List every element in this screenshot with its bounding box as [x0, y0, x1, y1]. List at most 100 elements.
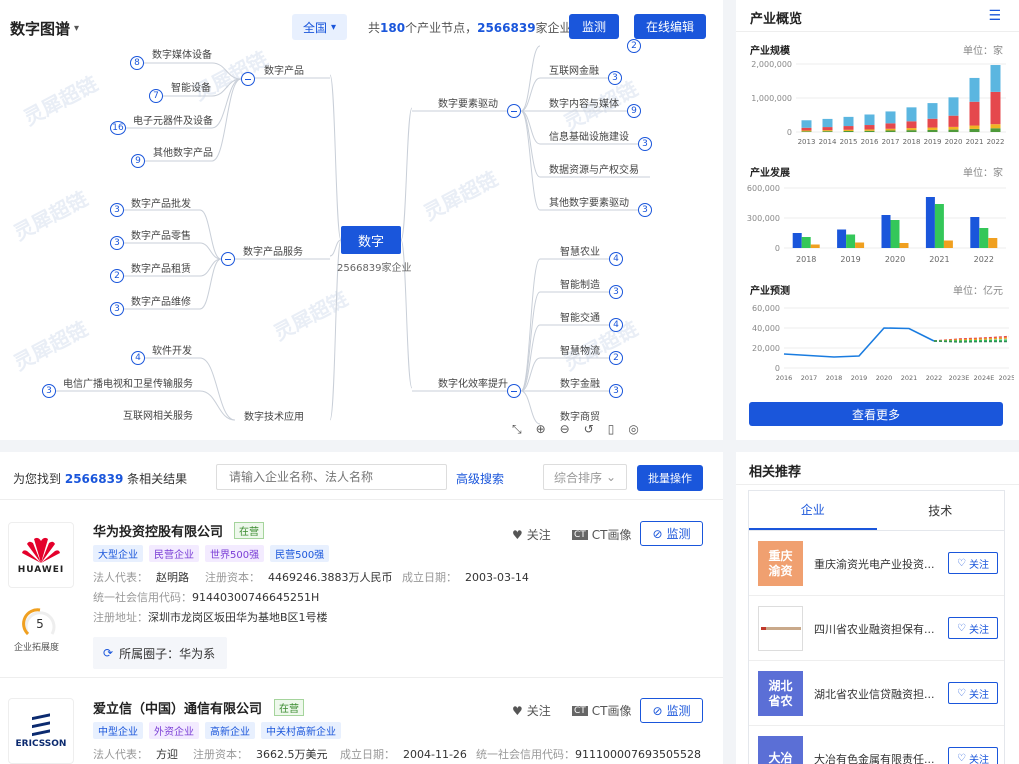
tab-technology[interactable]: 技术: [877, 491, 1005, 530]
reset-icon[interactable]: ↺: [584, 422, 594, 437]
map-node-count[interactable]: 9: [131, 154, 145, 168]
recommend-name[interactable]: 重庆渝资光电产业投资...: [814, 556, 942, 572]
map-node[interactable]: 智能交通: [560, 309, 600, 324]
see-more-button[interactable]: 查看更多: [749, 402, 1003, 426]
recommend-item[interactable]: 湖北 省农 湖北省农业信贷融资担... ♡ 关注: [749, 661, 1004, 726]
map-node[interactable]: 智慧农业: [560, 243, 600, 258]
map-node-count[interactable]: 16: [110, 121, 126, 135]
bar: [990, 91, 1001, 125]
bar: [837, 229, 847, 248]
tab-companies[interactable]: 企业: [749, 491, 877, 530]
recommend-item[interactable]: 大冶 大冶有色金属有限责任... ♡ 关注: [749, 726, 1004, 764]
map-node[interactable]: 软件开发: [152, 342, 192, 357]
locate-icon[interactable]: ◎: [628, 422, 638, 437]
map-node[interactable]: 信息基础设施建设: [549, 128, 629, 143]
branch-efficiency[interactable]: 数字化效率提升: [438, 375, 508, 390]
map-node-count[interactable]: 3: [608, 71, 622, 85]
map-node[interactable]: 数字内容与媒体: [549, 95, 619, 110]
company-card[interactable]: ERICSSON 爱立信（中国）通信有限公司 在营 中型企业 外资企业 高新企业…: [0, 690, 723, 764]
map-node-count[interactable]: 3: [638, 137, 652, 151]
bar: [881, 215, 891, 248]
map-node-count[interactable]: 4: [609, 318, 623, 332]
recommend-follow-button[interactable]: ♡ 关注: [948, 747, 998, 764]
map-icon[interactable]: ▯: [608, 422, 615, 437]
zoom-in-icon[interactable]: ⊕: [536, 422, 546, 437]
map-node[interactable]: 数字商贸: [560, 408, 600, 423]
recommend-follow-button[interactable]: ♡ 关注: [948, 617, 998, 639]
map-node-count[interactable]: 4: [131, 351, 145, 365]
map-node[interactable]: 数字产品零售: [131, 227, 191, 242]
fullscreen-icon[interactable]: ⤡: [512, 422, 522, 437]
region-select[interactable]: 全国 ▾: [292, 14, 347, 40]
company-card[interactable]: HUAWEI 华为投资控股有限公司 在营 大型企业 民营企业 世界500强 民营…: [0, 512, 723, 678]
map-node[interactable]: 智慧物流: [560, 342, 600, 357]
edit-online-button[interactable]: 在线编辑: [634, 14, 706, 39]
map-node[interactable]: 其他数字产品: [153, 144, 213, 159]
company-name[interactable]: 华为投资控股有限公司: [93, 521, 223, 540]
map-node[interactable]: 数字产品批发: [131, 195, 191, 210]
company-search-input[interactable]: [216, 464, 447, 490]
map-node[interactable]: 电信广播电视和卫星传输服务: [63, 375, 193, 390]
map-node-count[interactable]: 8: [130, 56, 144, 70]
map-node[interactable]: 数字媒体设备: [152, 46, 212, 61]
company-monitor-button[interactable]: ⊘ 监测: [640, 698, 703, 723]
advanced-search-link[interactable]: 高级搜索: [456, 470, 504, 487]
map-node[interactable]: 互联网相关服务: [123, 407, 193, 422]
branch-data-driven[interactable]: 数字要素驱动: [438, 95, 498, 110]
map-node-count[interactable]: 2: [110, 269, 124, 283]
branch-digital-products[interactable]: 数字产品: [264, 62, 304, 77]
sort-select[interactable]: 综合排序 ⌄: [543, 464, 627, 490]
recommend-follow-button[interactable]: ♡ 关注: [948, 682, 998, 704]
recommend-name[interactable]: 湖北省农业信贷融资担...: [814, 686, 942, 702]
collapse-icon[interactable]: [241, 72, 255, 86]
map-title[interactable]: 数字图谱 ▾: [10, 18, 79, 39]
map-node[interactable]: 智能制造: [560, 276, 600, 291]
map-node-count[interactable]: 3: [110, 236, 124, 250]
zoom-out-icon[interactable]: ⊖: [560, 422, 570, 437]
map-node[interactable]: 数据资源与产权交易: [549, 161, 639, 176]
map-node[interactable]: 数字产品租赁: [131, 260, 191, 275]
collapse-icon[interactable]: [221, 252, 235, 266]
branch-digital-product-services[interactable]: 数字产品服务: [243, 243, 303, 258]
recommend-follow-button[interactable]: ♡ 关注: [948, 552, 998, 574]
batch-action-button[interactable]: 批量操作: [637, 465, 703, 491]
company-monitor-button[interactable]: ⊘ 监测: [640, 521, 703, 546]
collapse-icon[interactable]: [507, 384, 521, 398]
collapse-icon[interactable]: [507, 104, 521, 118]
map-node[interactable]: 数字金融: [560, 375, 600, 390]
map-node[interactable]: 数字产品维修: [131, 293, 191, 308]
map-node-count[interactable]: 4: [609, 252, 623, 266]
company-name[interactable]: 爱立信（中国）通信有限公司: [93, 698, 262, 717]
recommend-name[interactable]: 大冶有色金属有限责任...: [814, 751, 942, 764]
map-node[interactable]: 其他数字要素驱动: [549, 194, 629, 209]
recommend-item[interactable]: 四川省农业融资担保有... ♡ 关注: [749, 596, 1004, 661]
map-node-count[interactable]: 3: [609, 285, 623, 299]
x-tick-label: 2017: [801, 374, 818, 382]
map-node[interactable]: 智能设备: [171, 79, 211, 94]
map-node-count[interactable]: 3: [110, 203, 124, 217]
map-node-count[interactable]: 2: [609, 351, 623, 365]
map-node-count[interactable]: 3: [638, 203, 652, 217]
ct-profile-button[interactable]: CT CT画像: [572, 702, 632, 719]
map-node-count[interactable]: 3: [609, 384, 623, 398]
ct-profile-button[interactable]: CT CT画像: [572, 526, 632, 543]
branch-digital-tech-apps[interactable]: 数字技术应用: [244, 408, 304, 423]
map-node[interactable]: 电子元器件及设备: [133, 112, 213, 127]
map-node[interactable]: 互联网金融: [549, 62, 599, 77]
monitor-button[interactable]: 监测: [569, 14, 619, 39]
bar: [864, 114, 875, 126]
map-center-node[interactable]: 数字: [341, 226, 401, 254]
recommend-name[interactable]: 四川省农业融资担保有...: [814, 621, 942, 637]
follow-button[interactable]: ♥ 关注: [512, 702, 551, 719]
collapse-menu-icon[interactable]: ☰: [988, 8, 1001, 24]
recommend-item[interactable]: 重庆 渝资 重庆渝资光电产业投资... ♡ 关注: [749, 531, 1004, 596]
follow-button[interactable]: ♥ 关注: [512, 526, 551, 543]
map-node-count[interactable]: 9: [627, 104, 641, 118]
circle-chip[interactable]: ⟳ 所属圈子： 华为系: [93, 637, 227, 669]
map-node-count[interactable]: 7: [149, 89, 163, 103]
map-node-count[interactable]: 3: [110, 302, 124, 316]
status-badge: 在营: [274, 699, 304, 716]
map-node-count[interactable]: 3: [42, 384, 56, 398]
map-node-count[interactable]: 2: [627, 39, 641, 53]
development-chart: 600,000 300,000 0 2018 2019 2020 2021 2022: [747, 184, 1006, 264]
